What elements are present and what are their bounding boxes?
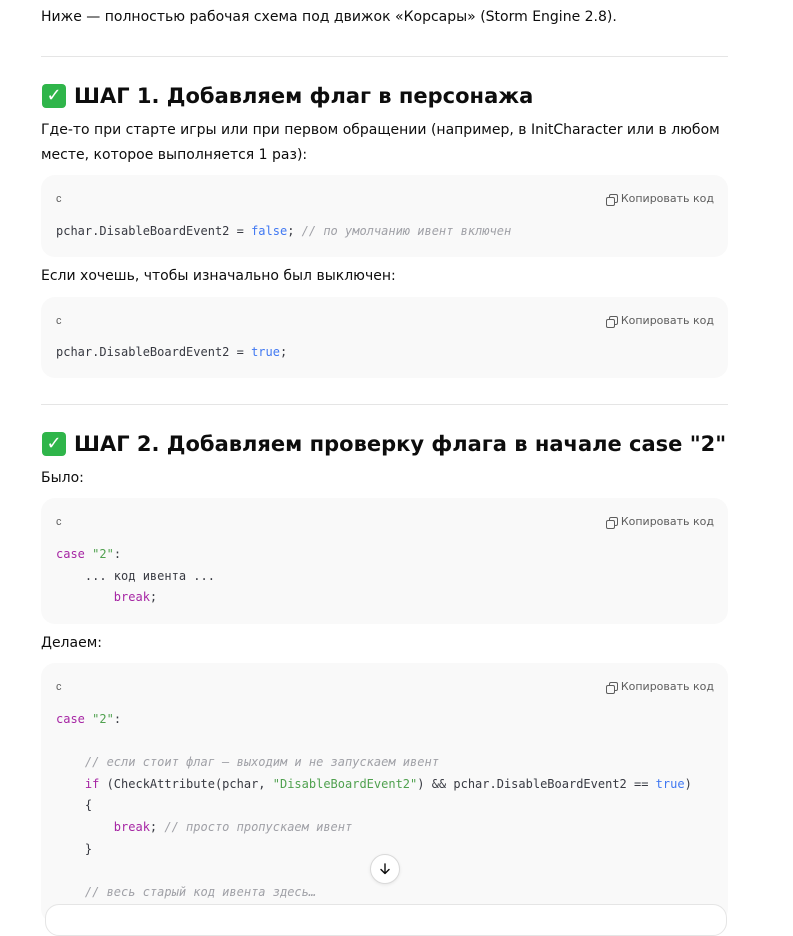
code-language: c (56, 516, 62, 528)
copy-code-button[interactable]: Копировать код (605, 314, 714, 328)
copy-icon (605, 315, 618, 328)
was-label: Было: (41, 470, 84, 486)
intro-paragraph: Ниже — полностью рабочая схема под движо… (41, 9, 617, 25)
arrow-down-icon (380, 863, 390, 875)
check-mark-icon: ✓ (42, 432, 66, 456)
step1-heading: ✓ ШАГ 1. Добавляем флаг в персонажа (41, 82, 533, 110)
code-block: c Копировать код case "2": ... код ивент… (41, 498, 728, 624)
copy-code-button[interactable]: Копировать код (605, 515, 714, 529)
scroll-to-bottom-button[interactable] (370, 854, 400, 884)
code-block: c Копировать код pchar.DisableBoardEvent… (41, 297, 728, 378)
code-block: c Копировать код case "2": // если стоит… (41, 663, 728, 923)
code-block: c Копировать код pchar.DisableBoardEvent… (41, 175, 728, 257)
copy-icon (605, 193, 618, 206)
copy-code-button[interactable]: Копировать код (605, 192, 714, 206)
check-mark-icon: ✓ (42, 84, 66, 108)
divider (41, 404, 728, 405)
code-content: pchar.DisableBoardEvent2 = true; (56, 345, 288, 359)
code-content: case "2": ... код ивента ... break; (56, 547, 215, 605)
copy-icon (605, 681, 618, 694)
divider (41, 56, 728, 57)
do-label: Делаем: (41, 635, 102, 651)
step1-description: Где-то при старте игры или при первом об… (41, 122, 720, 163)
code-language: c (56, 193, 62, 205)
code-language: c (56, 681, 62, 693)
composer-edge (45, 904, 727, 936)
copy-icon (605, 516, 618, 529)
step2-heading: ✓ ШАГ 2. Добавляем проверку флага в нача… (41, 430, 726, 458)
step1-description-2: Если хочешь, чтобы изначально был выключ… (41, 268, 396, 284)
copy-code-button[interactable]: Копировать код (605, 680, 714, 694)
code-language: c (56, 315, 62, 327)
code-content: pchar.DisableBoardEvent2 = false; // по … (56, 224, 512, 238)
